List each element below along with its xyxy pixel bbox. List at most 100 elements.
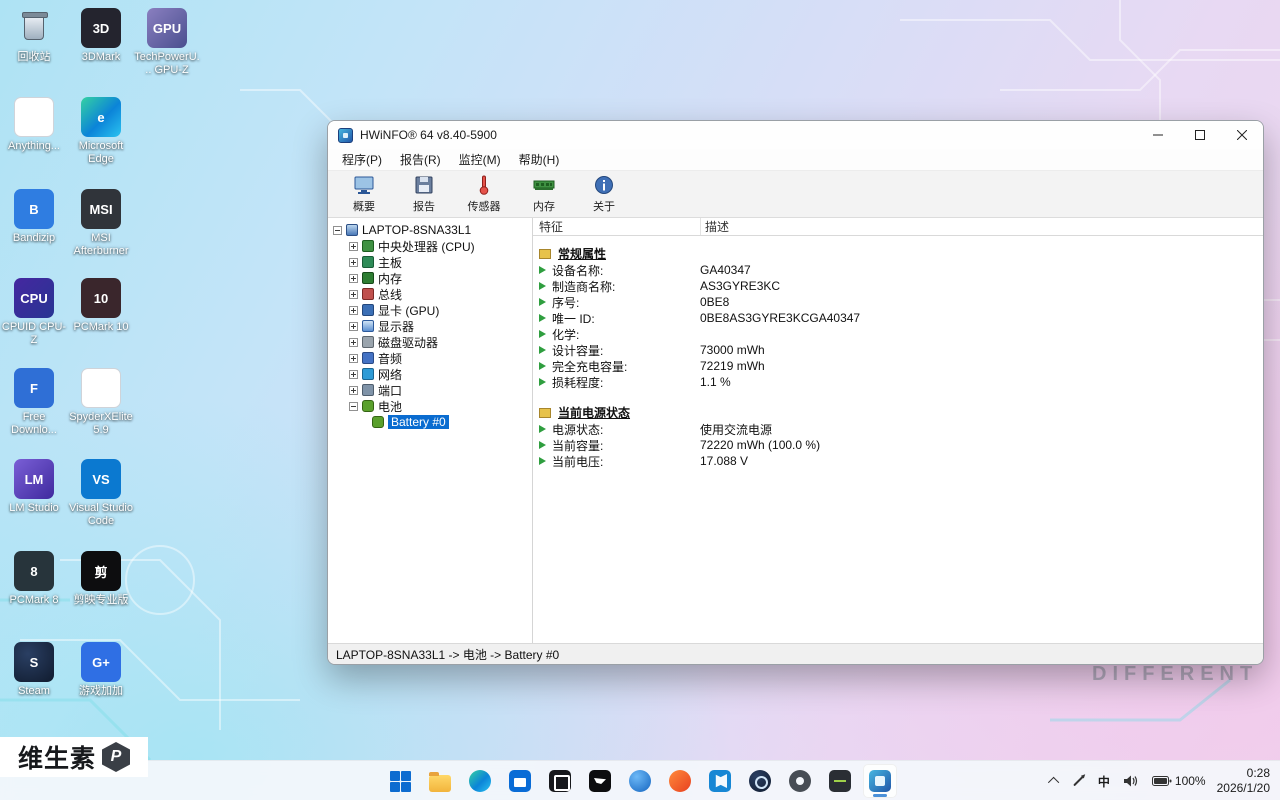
sensors-button[interactable]: 传感器 bbox=[454, 171, 514, 217]
desktop-icon-microsoft-edge[interactable]: e Microsoft Edge bbox=[68, 97, 134, 166]
detail-row: 唯一 ID: 0BE8AS3GYRE3KCGA40347 bbox=[533, 310, 1263, 326]
taskbar-steam[interactable] bbox=[743, 764, 777, 798]
app-icon bbox=[549, 770, 571, 792]
pcmark-10-icon: 10 bbox=[81, 278, 121, 318]
tray-overflow-button[interactable] bbox=[1049, 767, 1061, 795]
taskbar-store[interactable] bbox=[503, 764, 537, 798]
menu-report[interactable]: 报告(R) bbox=[392, 149, 449, 170]
gear-icon bbox=[789, 770, 811, 792]
collapse-icon[interactable] bbox=[349, 402, 358, 411]
column-feature[interactable]: 特征 bbox=[533, 218, 701, 235]
steam-icon bbox=[749, 770, 771, 792]
detail-row: 当前电压: 17.088 V bbox=[533, 453, 1263, 469]
clock[interactable]: 0:28 2026/1/20 bbox=[1217, 766, 1274, 796]
desktop-icon-gamepp[interactable]: G+ 游戏加加 bbox=[68, 642, 134, 698]
desktop-icon-anything[interactable]: a Anything... bbox=[1, 97, 67, 153]
tree-item-battery-0[interactable]: Battery #0 bbox=[328, 414, 532, 430]
taskbar-app-orange[interactable] bbox=[663, 764, 697, 798]
tree-item-cpu[interactable]: 中央处理器 (CPU) bbox=[328, 238, 532, 254]
network-icon bbox=[362, 368, 374, 380]
expand-icon[interactable] bbox=[349, 258, 358, 267]
desktop-icon-recycle-bin[interactable]: 回收站 bbox=[1, 8, 67, 64]
gamepp-icon: G+ bbox=[81, 642, 121, 682]
vscode-icon bbox=[709, 770, 731, 792]
taskbar-edge[interactable] bbox=[463, 764, 497, 798]
expand-icon[interactable] bbox=[349, 386, 358, 395]
vitamin-logo-text: 维生素 bbox=[18, 739, 96, 775]
tree-item-battery[interactable]: 电池 bbox=[328, 398, 532, 414]
report-button[interactable]: 报告 bbox=[394, 171, 454, 217]
edge-icon: e bbox=[81, 97, 121, 137]
desktop-icon-pcmark-8[interactable]: 8 PCMark 8 bbox=[1, 551, 67, 607]
menu-help[interactable]: 帮助(H) bbox=[511, 149, 568, 170]
desktop-icon-msi-afterburner[interactable]: MSI MSI Afterburner bbox=[68, 189, 134, 258]
attribute-icon bbox=[539, 457, 546, 465]
status-path: LAPTOP-8SNA33L1 -> 电池 -> Battery #0 bbox=[336, 646, 559, 663]
desktop-icon-free-download-manager[interactable]: F Free Downlo... bbox=[1, 368, 67, 437]
tree-root[interactable]: LAPTOP-8SNA33L1 bbox=[328, 222, 532, 238]
collapse-icon[interactable] bbox=[333, 226, 342, 235]
taskbar-file-explorer[interactable] bbox=[423, 764, 457, 798]
close-button[interactable] bbox=[1221, 121, 1263, 149]
desktop-icon-bandizip[interactable]: B Bandizip bbox=[1, 189, 67, 245]
desktop-icon-cpu-z[interactable]: CPU CPUID CPU-Z bbox=[1, 278, 67, 347]
desktop-icon-visual-studio-code[interactable]: VS Visual Studio Code bbox=[68, 459, 134, 528]
tree-item-ports[interactable]: 端口 bbox=[328, 382, 532, 398]
ime-indicator[interactable]: 中 bbox=[1096, 767, 1112, 795]
taskbar-app-blue[interactable] bbox=[623, 764, 657, 798]
menu-monitor[interactable]: 监控(M) bbox=[451, 149, 509, 170]
taskbar-app-dark[interactable] bbox=[543, 764, 577, 798]
desktop-icon-lm-studio[interactable]: LM LM Studio bbox=[1, 459, 67, 515]
volume-button[interactable] bbox=[1121, 767, 1141, 795]
desktop-icon-3dmark[interactable]: 3D 3DMark bbox=[68, 8, 134, 64]
battery-icon bbox=[372, 416, 384, 428]
taskbar-app-dark-2[interactable] bbox=[823, 764, 857, 798]
desktop-icon-gpu-z[interactable]: GPU TechPowerU... GPU-Z bbox=[134, 8, 200, 77]
battery-button[interactable]: 100% bbox=[1150, 767, 1208, 795]
maximize-button[interactable] bbox=[1179, 121, 1221, 149]
visual-studio-code-icon: VS bbox=[81, 459, 121, 499]
menu-program[interactable]: 程序(P) bbox=[334, 149, 390, 170]
tray-pen-button[interactable] bbox=[1070, 767, 1087, 795]
attribute-icon bbox=[539, 298, 546, 306]
detail-row: 当前容量: 72220 mWh (100.0 %) bbox=[533, 437, 1263, 453]
expand-icon[interactable] bbox=[349, 242, 358, 251]
tree-item-network[interactable]: 网络 bbox=[328, 366, 532, 382]
desktop-icon-jianying-pro[interactable]: 剪 剪映专业版 bbox=[68, 551, 134, 607]
tree-item-gpu[interactable]: 显卡 (GPU) bbox=[328, 302, 532, 318]
tree-item-bus[interactable]: 总线 bbox=[328, 286, 532, 302]
edge-icon bbox=[469, 770, 491, 792]
desktop-icon-spyderx-elite[interactable]: S SpyderXElite 5.9 bbox=[68, 368, 134, 437]
attribute-icon bbox=[539, 425, 546, 433]
minimize-button[interactable] bbox=[1137, 121, 1179, 149]
taskbar-hwinfo[interactable] bbox=[863, 764, 897, 798]
expand-icon[interactable] bbox=[349, 370, 358, 379]
expand-icon[interactable] bbox=[349, 290, 358, 299]
title-bar[interactable]: HWiNFO® 64 v8.40-5900 bbox=[328, 121, 1263, 149]
start-button[interactable] bbox=[383, 764, 417, 798]
expand-icon[interactable] bbox=[349, 322, 358, 331]
taskbar-jianying[interactable] bbox=[583, 764, 617, 798]
tree-item-audio[interactable]: 音频 bbox=[328, 350, 532, 366]
taskbar-vscode[interactable] bbox=[703, 764, 737, 798]
about-button[interactable]: 关于 bbox=[574, 171, 634, 217]
tree-item-monitor[interactable]: 显示器 bbox=[328, 318, 532, 334]
expand-icon[interactable] bbox=[349, 274, 358, 283]
tree-item-motherboard[interactable]: 主板 bbox=[328, 254, 532, 270]
summary-button[interactable]: 概要 bbox=[334, 171, 394, 217]
expand-icon[interactable] bbox=[349, 338, 358, 347]
attribute-icon bbox=[539, 330, 546, 338]
tree-item-drives[interactable]: 磁盘驱动器 bbox=[328, 334, 532, 350]
report-icon bbox=[413, 174, 435, 196]
column-description[interactable]: 描述 bbox=[701, 218, 1263, 235]
expand-icon[interactable] bbox=[349, 306, 358, 315]
desktop-icon-steam[interactable]: S Steam bbox=[1, 642, 67, 698]
attribute-icon bbox=[539, 266, 546, 274]
tree-item-memory[interactable]: 内存 bbox=[328, 270, 532, 286]
expand-icon[interactable] bbox=[349, 354, 358, 363]
pcmark-8-icon: 8 bbox=[14, 551, 54, 591]
memory-button[interactable]: 内存 bbox=[514, 171, 574, 217]
toolbar: 概要 报告 传感器 bbox=[328, 171, 1263, 218]
desktop-icon-pcmark-10[interactable]: 10 PCMark 10 bbox=[68, 278, 134, 334]
taskbar-settings[interactable] bbox=[783, 764, 817, 798]
